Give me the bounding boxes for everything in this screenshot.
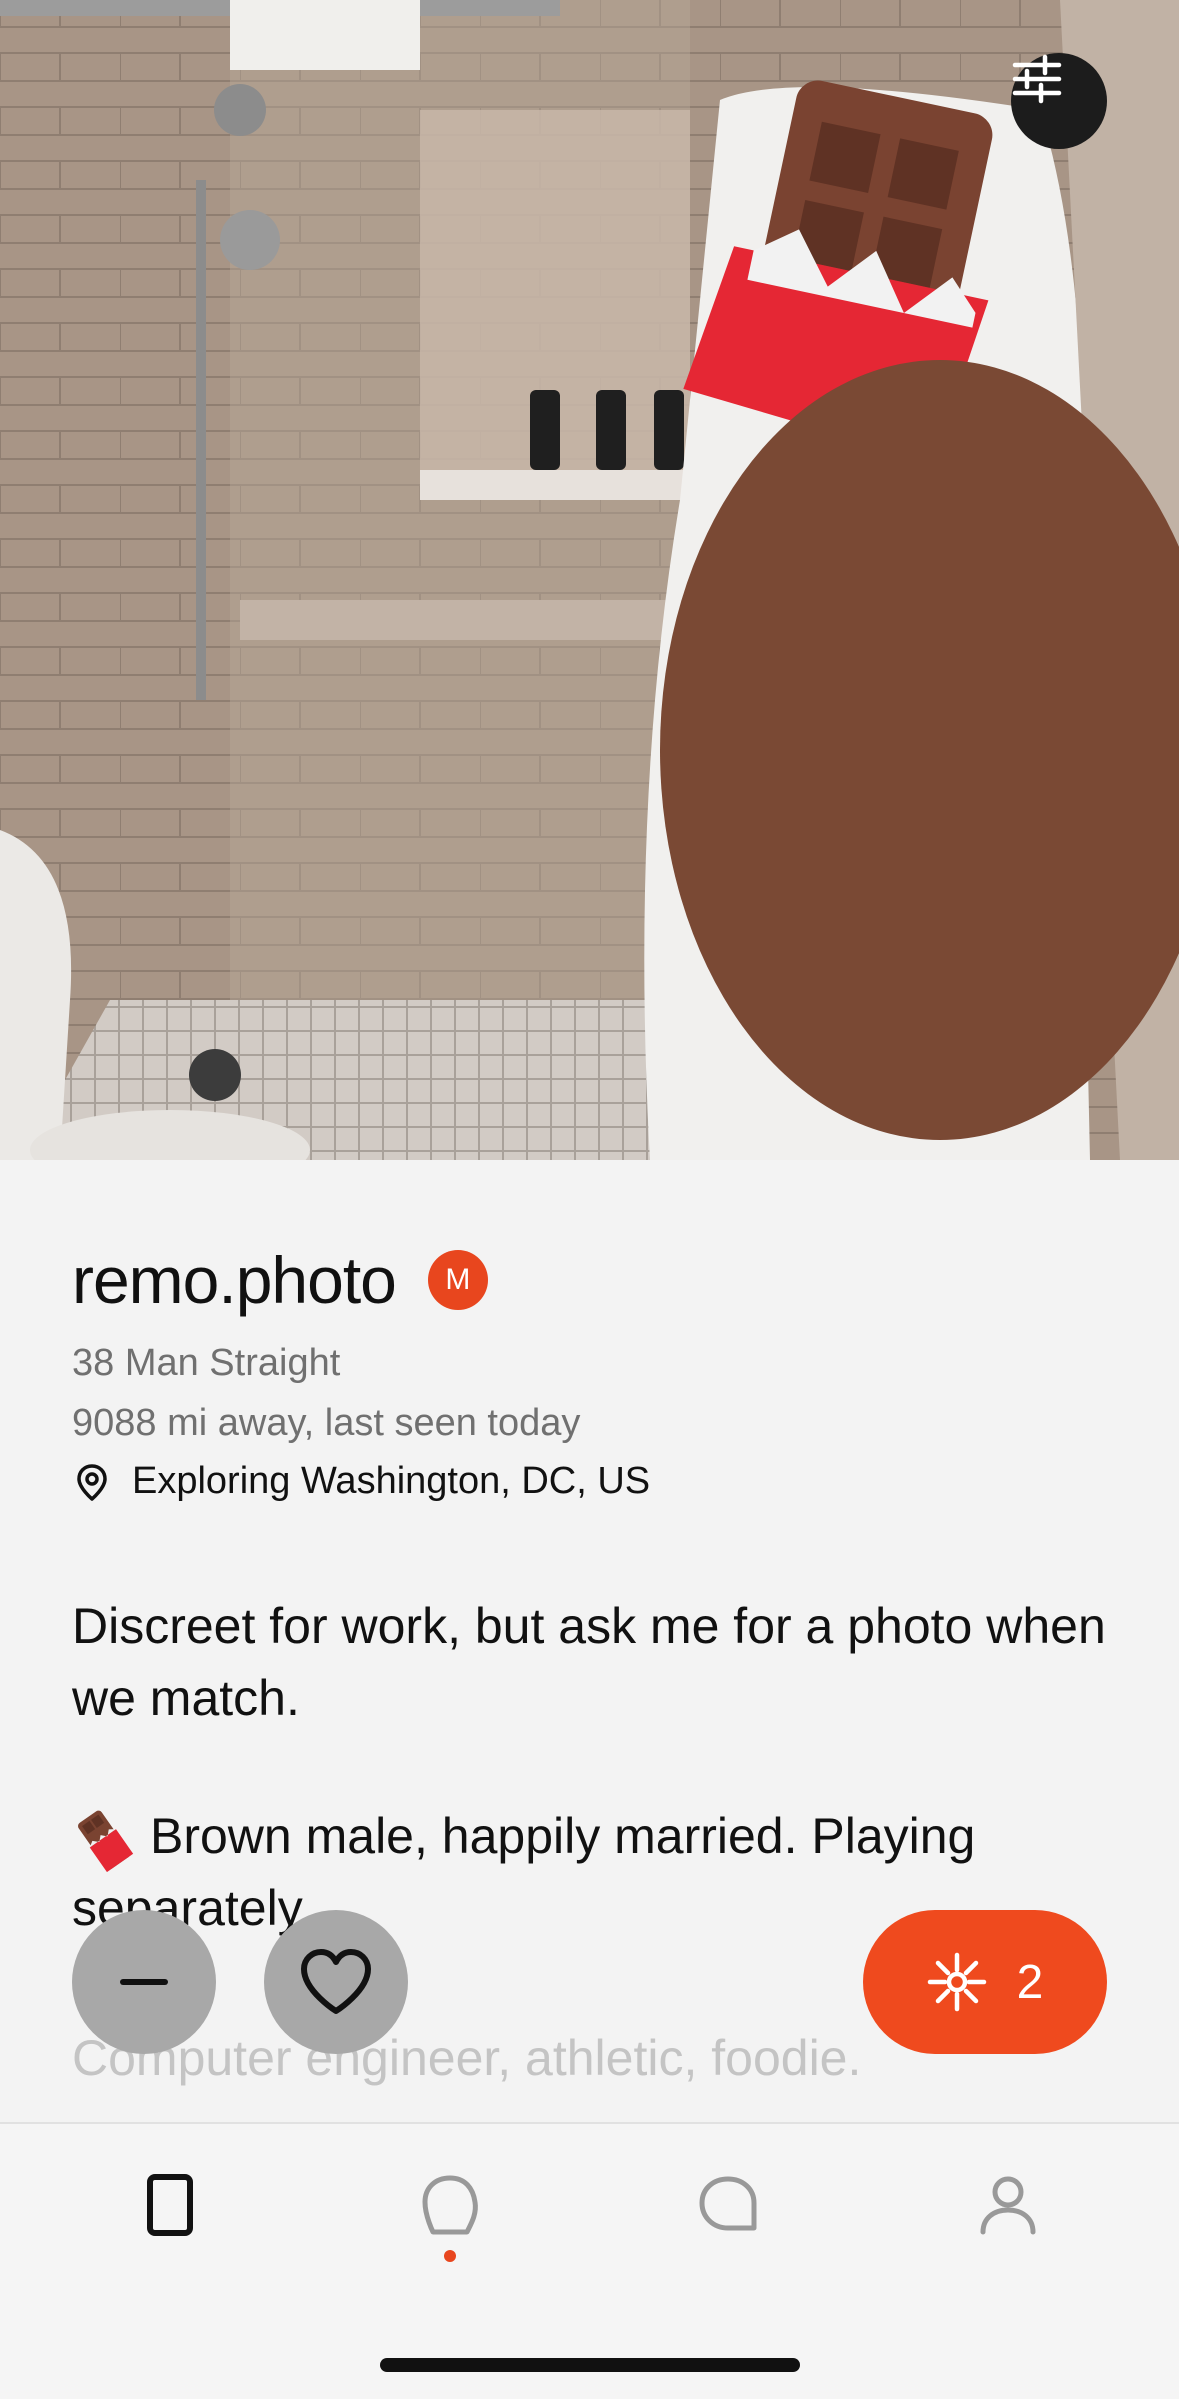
location-text: Exploring Washington, DC, US xyxy=(132,1460,651,1502)
tab-likes[interactable] xyxy=(410,2174,490,2284)
tab-cards[interactable] xyxy=(130,2174,210,2284)
tab-profile[interactable] xyxy=(968,2174,1048,2284)
spark-count: 2 xyxy=(1016,1955,1044,2009)
sliders-icon xyxy=(1012,54,1062,104)
likes-icon xyxy=(422,2175,478,2235)
notification-dot xyxy=(444,2250,456,2262)
heart-icon xyxy=(301,1949,371,2014)
photo-illustration xyxy=(0,0,1179,1160)
location-pin-icon xyxy=(77,1463,107,1501)
chat-bubble-icon xyxy=(699,2176,757,2231)
profile-distance: 9088 mi away, last seen today xyxy=(72,1402,581,1444)
minus-icon xyxy=(120,1979,168,1985)
bio-paragraph-1: Discreet for work, but ask me for a phot… xyxy=(72,1598,1106,1726)
membership-badge[interactable]: M xyxy=(427,1250,488,1310)
profile-header: remo.photo M xyxy=(72,1240,488,1320)
home-indicator xyxy=(380,2358,800,2372)
profile-name: remo.photo xyxy=(72,1243,397,1317)
user-icon xyxy=(980,2176,1036,2235)
spark-button[interactable]: 2 xyxy=(863,1910,1107,2054)
filter-button[interactable] xyxy=(1011,53,1107,149)
chocolate-bar-icon xyxy=(78,1810,134,1872)
sparkle-icon xyxy=(927,1952,986,2012)
card-icon xyxy=(147,2174,193,2236)
like-button[interactable] xyxy=(264,1910,408,2054)
profile-location: Exploring Washington, DC, US xyxy=(72,1460,650,1503)
profile-age-gender: 38 Man Straight xyxy=(72,1342,341,1384)
bio-paragraph-2-text: Brown male, happily married. Playing sep… xyxy=(72,1808,976,1936)
tab-chats[interactable] xyxy=(688,2174,768,2284)
pass-button[interactable] xyxy=(72,1910,216,2054)
profile-photo[interactable] xyxy=(0,0,1179,1160)
